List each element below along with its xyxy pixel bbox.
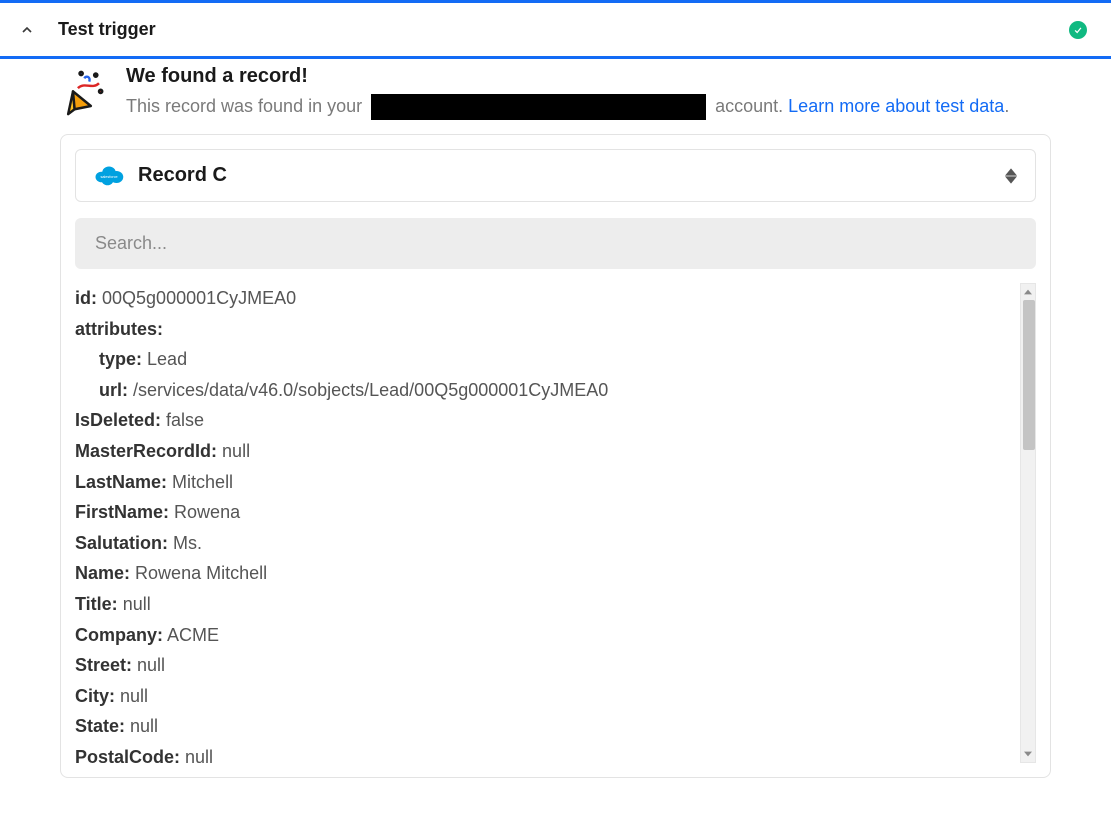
record-field-row: IsDeleted: false	[75, 405, 1016, 436]
banner-sub-pre: This record was found in your	[126, 96, 367, 116]
field-key: url:	[99, 380, 128, 400]
record-field-row: url: /services/data/v46.0/sobjects/Lead/…	[75, 375, 1016, 406]
record-field-row: MasterRecordId: null	[75, 436, 1016, 467]
field-key: Company:	[75, 625, 163, 645]
field-key: Street:	[75, 655, 132, 675]
section-title: Test trigger	[58, 19, 156, 40]
record-field-row: Street: null	[75, 650, 1016, 681]
record-field-row: PostalCode: null	[75, 742, 1016, 763]
selected-record-name: Record C	[138, 164, 227, 187]
record-select[interactable]: salesforce Record C	[75, 149, 1036, 202]
field-key: City:	[75, 686, 115, 706]
record-body: id: 00Q5g000001CyJMEA0 attributes: type: L…	[75, 283, 1036, 763]
record-field-row: id: 00Q5g000001CyJMEA0	[75, 283, 1016, 314]
field-key: Salutation:	[75, 533, 168, 553]
record-field-row: City: null	[75, 681, 1016, 712]
collapse-chevron-icon[interactable]	[18, 21, 36, 39]
svg-text:salesforce: salesforce	[100, 174, 117, 178]
banner-period: .	[1004, 96, 1009, 116]
field-key: Name:	[75, 563, 130, 583]
record-field-row: type: Lead	[75, 344, 1016, 375]
field-key: FirstName:	[75, 502, 169, 522]
field-value: null	[185, 747, 213, 763]
field-value: ACME	[167, 625, 219, 645]
scrollbar[interactable]	[1020, 283, 1036, 763]
record-field-row: Title: null	[75, 589, 1016, 620]
record-field-row: Company: ACME	[75, 620, 1016, 651]
record-field-row: State: null	[75, 711, 1016, 742]
banner-title: We found a record!	[126, 65, 1009, 88]
success-check-icon	[1069, 21, 1087, 39]
record-field-row: Name: Rowena Mitchell	[75, 558, 1016, 589]
field-key: attributes:	[75, 319, 163, 339]
learn-more-link[interactable]: Learn more about test data	[788, 96, 1004, 116]
record-fields-list: id: 00Q5g000001CyJMEA0 attributes: type: L…	[75, 283, 1016, 763]
field-key: PostalCode:	[75, 747, 180, 763]
field-key: MasterRecordId:	[75, 441, 217, 461]
field-value: Rowena Mitchell	[135, 563, 267, 583]
scroll-thumb[interactable]	[1023, 300, 1035, 450]
field-value: Rowena	[174, 502, 240, 522]
record-field-row: attributes:	[75, 314, 1016, 345]
field-key: type:	[99, 349, 142, 369]
field-value: null	[222, 441, 250, 461]
scroll-down-icon[interactable]	[1021, 746, 1035, 762]
salesforce-logo-icon: salesforce	[94, 165, 124, 187]
field-key: id:	[75, 288, 97, 308]
record-field-row: LastName: Mitchell	[75, 467, 1016, 498]
field-key: IsDeleted:	[75, 410, 161, 430]
field-value: Ms.	[173, 533, 202, 553]
field-value: /services/data/v46.0/sobjects/Lead/00Q5g…	[133, 380, 608, 400]
search-input[interactable]	[93, 232, 1018, 255]
field-value: false	[166, 410, 204, 430]
field-value: null	[130, 716, 158, 736]
redacted-account-name	[371, 94, 706, 120]
field-value: null	[137, 655, 165, 675]
record-card: salesforce Record C id: 00Q5g000001CyJME…	[60, 134, 1051, 778]
record-field-row: FirstName: Rowena	[75, 497, 1016, 528]
field-value: Lead	[147, 349, 187, 369]
search-box	[75, 218, 1036, 269]
field-value: Mitchell	[172, 472, 233, 492]
party-popper-icon	[60, 65, 116, 120]
field-value: 00Q5g000001CyJMEA0	[102, 288, 296, 308]
trigger-header: Test trigger	[0, 3, 1111, 56]
banner-subtitle: This record was found in your account. L…	[126, 94, 1009, 120]
scroll-up-icon[interactable]	[1021, 284, 1035, 300]
field-key: LastName:	[75, 472, 167, 492]
banner-sub-post: account.	[710, 96, 788, 116]
record-field-row: Salutation: Ms.	[75, 528, 1016, 559]
field-value: null	[120, 686, 148, 706]
found-record-banner: We found a record! This record was found…	[60, 59, 1051, 134]
field-key: State:	[75, 716, 125, 736]
field-key: Title:	[75, 594, 118, 614]
field-value: null	[123, 594, 151, 614]
sort-icon	[1005, 168, 1017, 184]
